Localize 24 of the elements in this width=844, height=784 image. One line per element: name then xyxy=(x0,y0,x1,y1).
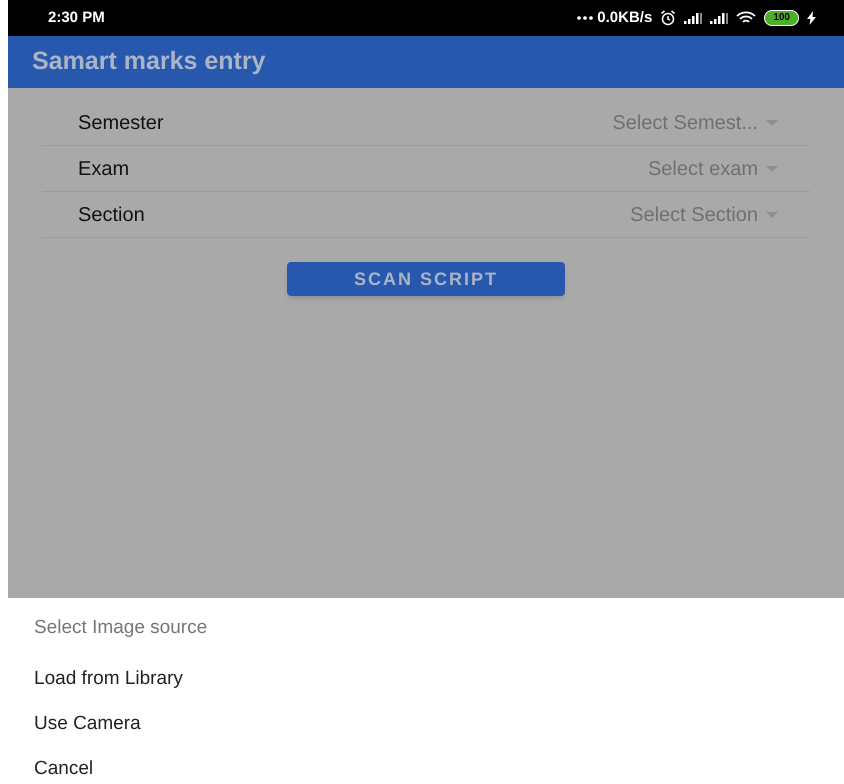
dropdown[interactable]: Select exam xyxy=(648,154,778,184)
caret-icon xyxy=(766,120,778,126)
scan-script-button[interactable]: SCAN SCRIPT xyxy=(287,262,565,296)
signal-icon xyxy=(684,12,702,24)
app-title: Samart marks entry xyxy=(32,46,266,78)
sheet-option[interactable]: Load from Library xyxy=(34,656,183,702)
status-time: 2:30 PM xyxy=(47,8,105,28)
dropdown[interactable]: Select Section xyxy=(630,200,778,230)
charging-icon xyxy=(807,11,816,25)
sheet-option[interactable]: Cancel xyxy=(34,746,94,784)
network-speed: 0.0KB/s xyxy=(597,8,652,28)
field-label: Exam xyxy=(78,156,130,182)
dots-icon xyxy=(577,16,594,20)
dropdown[interactable]: Select Semest... xyxy=(612,108,778,138)
signal-icon xyxy=(710,12,728,24)
alarm-icon xyxy=(660,10,676,26)
battery-icon: 100 xyxy=(764,10,799,26)
caret-icon xyxy=(766,166,778,172)
caret-icon xyxy=(766,212,778,218)
field-label: Semester xyxy=(78,110,164,136)
wifi-icon xyxy=(736,11,756,25)
field-label: Section xyxy=(78,202,145,228)
sheet-option[interactable]: Use Camera xyxy=(34,702,141,746)
sheet-title: Select Image source xyxy=(34,616,208,640)
